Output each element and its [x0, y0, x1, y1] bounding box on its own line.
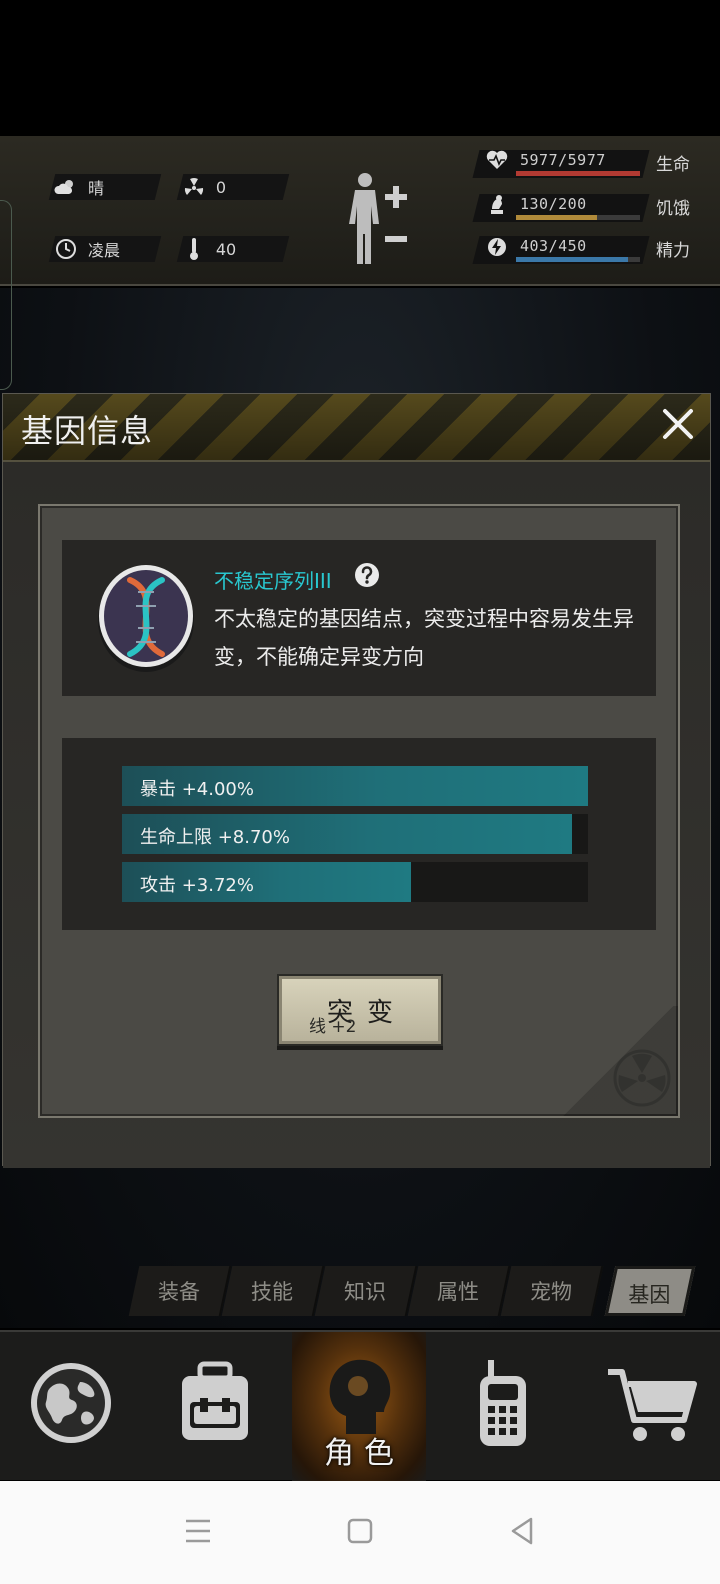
- dialog-title: 基因信息: [21, 412, 154, 450]
- gene-info-dialog: 基因信息 不稳定序列III 不太稳定的基因结点，突变过程中容易发生异变，不能确定…: [2, 393, 711, 1168]
- radio-icon: [480, 1360, 526, 1446]
- tab-label: 基因: [628, 1283, 671, 1307]
- tab-label: 宠物: [530, 1280, 572, 1304]
- nav-radio[interactable]: [432, 1332, 576, 1482]
- time-chip: 凌晨: [48, 236, 162, 262]
- home-icon[interactable]: [338, 1509, 382, 1553]
- bottom-navigation: 角色: [0, 1330, 720, 1482]
- close-icon[interactable]: [660, 406, 696, 442]
- hand-food-icon: [484, 194, 510, 220]
- character-subtabs: 装备 技能 知识 属性 宠物 基因: [128, 1266, 696, 1316]
- tab-label: 装备: [158, 1280, 200, 1304]
- gene-info-box: 不稳定序列III 不太稳定的基因结点，突变过程中容易发生异变，不能确定异变方向: [62, 540, 656, 696]
- temperature-chip: 40: [176, 236, 290, 262]
- stat-bar-max-hp: 生命上限 +8.70%: [122, 814, 588, 854]
- backpack-icon: [182, 1361, 248, 1440]
- health-stat: 5977/5977: [472, 148, 650, 180]
- stat-bar-attack: 攻击 +3.72%: [122, 862, 588, 902]
- clock-icon: [52, 236, 80, 262]
- gene-detail-panel: 不稳定序列III 不太稳定的基因结点，突变过程中容易发生异变，不能确定异变方向 …: [38, 504, 680, 1118]
- tab-pets[interactable]: 宠物: [500, 1266, 604, 1316]
- top-black-area: [0, 0, 720, 136]
- menu-icon[interactable]: [176, 1509, 220, 1553]
- nav-shop[interactable]: [576, 1332, 720, 1482]
- time-text: 凌晨: [88, 241, 121, 260]
- side-drawer-handle[interactable]: [0, 200, 12, 390]
- dna-icon: [98, 565, 194, 672]
- stat-label-attack: 攻击 +3.72%: [140, 875, 254, 896]
- hunger-label: 饥饿: [656, 199, 690, 219]
- stat-bar-crit: 暴击 +4.00%: [122, 766, 588, 806]
- globe-icon: [31, 1363, 111, 1443]
- health-bar-fill: [516, 171, 640, 176]
- status-hud: 晴 0 凌晨 40 5977/5977 生命 130/200 饥饿 403/45…: [0, 136, 720, 286]
- hunger-bar-fill: [516, 215, 597, 220]
- stat-label-crit: 暴击 +4.00%: [140, 779, 254, 800]
- gene-stats-box: 暴击 +4.00% 生命上限 +8.70% 攻击 +3.72%: [62, 738, 656, 930]
- hunger-value: 130/200: [520, 195, 587, 213]
- radiation-value: 0: [216, 177, 227, 197]
- energy-stat: 403/450: [472, 234, 650, 266]
- energy-label: 精力: [656, 241, 690, 261]
- cart-icon: [608, 1369, 697, 1441]
- thermometer-icon: [180, 236, 208, 262]
- hunger-stat: 130/200: [472, 192, 650, 224]
- stat-label-max-hp: 生命上限 +8.70%: [140, 827, 290, 848]
- nav-inventory[interactable]: [144, 1332, 288, 1482]
- body-status-icon[interactable]: [343, 168, 413, 268]
- tab-knowledge[interactable]: 知识: [314, 1266, 418, 1316]
- nav-label-character: 角色: [324, 1436, 404, 1471]
- energy-bolt-icon: [484, 236, 510, 262]
- tab-label: 属性: [437, 1280, 479, 1304]
- cloud-sun-icon: [52, 174, 80, 200]
- character-icon: [329, 1359, 391, 1434]
- system-navigation-bar: [0, 1481, 720, 1584]
- energy-bar-fill: [516, 257, 628, 262]
- weather-chip: 晴: [48, 174, 162, 200]
- help-icon[interactable]: [354, 562, 380, 588]
- tab-label: 知识: [344, 1280, 386, 1304]
- tab-attributes[interactable]: 属性: [407, 1266, 511, 1316]
- nav-character[interactable]: 角色: [292, 1332, 426, 1482]
- gene-name: 不稳定序列III: [214, 569, 332, 593]
- temperature-value: 40: [216, 239, 237, 259]
- tab-label: 技能: [251, 1280, 293, 1304]
- gene-description: 不太稳定的基因结点，突变过程中容易发生异变，不能确定异变方向: [214, 607, 634, 669]
- heart-pulse-icon: [484, 150, 510, 176]
- mutate-button[interactable]: 突变 线 +2: [277, 974, 443, 1046]
- energy-value: 403/450: [520, 237, 587, 255]
- tab-skills[interactable]: 技能: [221, 1266, 325, 1316]
- tab-equipment[interactable]: 装备: [128, 1266, 232, 1316]
- mutate-button-label: 突变: [326, 998, 407, 1028]
- radiation-watermark-icon: [613, 1049, 671, 1107]
- health-label: 生命: [656, 155, 690, 175]
- radiation-icon: [180, 174, 208, 200]
- health-value: 5977/5977: [520, 151, 606, 169]
- mutate-cost: 线 +2: [309, 1017, 357, 1037]
- tab-genes[interactable]: 基因: [604, 1266, 696, 1316]
- radiation-chip: 0: [176, 174, 290, 200]
- nav-world[interactable]: [0, 1332, 144, 1482]
- weather-text: 晴: [88, 179, 105, 198]
- back-icon[interactable]: [500, 1509, 544, 1553]
